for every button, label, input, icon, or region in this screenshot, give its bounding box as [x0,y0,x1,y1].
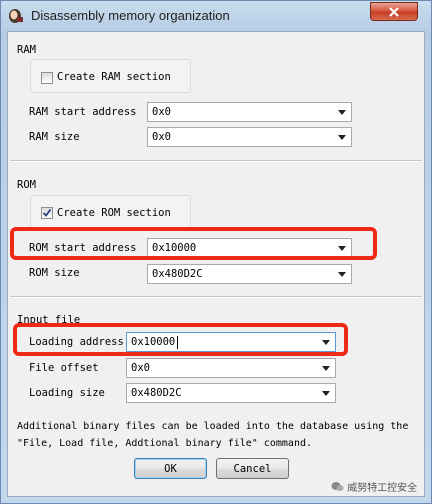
note-line-1: Additional binary files can be loaded in… [17,421,409,432]
close-button[interactable] [370,2,418,21]
checkmark-icon [42,208,52,217]
note-line-2: "File, Load file, Addtional binary file"… [17,438,313,449]
watermark: 威努特工控安全 [331,479,417,494]
rom-size-value: 0x480D2C [152,268,203,280]
create-rom-checkbox[interactable] [41,207,53,219]
ok-button[interactable]: OK [134,458,207,479]
window-title: Disassembly memory organization [31,8,230,23]
create-ram-checkbox[interactable] [41,72,53,84]
ram-size-select[interactable]: 0x0 [147,127,352,147]
rom-size-select[interactable]: 0x480D2C [147,264,352,284]
ram-start-value: 0x0 [152,106,171,118]
title-bar[interactable]: Disassembly memory organization [1,1,431,31]
create-ram-label: Create RAM section [57,71,171,83]
dialog-body: RAM Create RAM section RAM start address… [7,31,425,497]
rom-size-label: ROM size [29,267,80,279]
file-offset-value: 0x0 [131,362,150,374]
watermark-text: 威努特工控安全 [347,483,418,494]
create-rom-label: Create ROM section [57,207,171,219]
app-icon [9,9,23,23]
loading-size-label: Loading size [29,387,105,399]
ram-section-label: RAM [17,44,36,56]
chevron-down-icon [338,110,346,115]
close-icon [389,6,399,17]
chevron-down-icon [322,391,330,396]
cancel-button-label: Cancel [233,462,272,475]
file-offset-label: File offset [29,362,99,374]
loading-size-value: 0x480D2C [131,387,182,399]
ram-size-label: RAM size [29,131,80,143]
loading-address-highlight [13,323,348,356]
rom-start-highlight [10,227,377,260]
separator [10,160,422,162]
wechat-icon [331,482,344,491]
chevron-down-icon [338,272,346,277]
ram-start-label: RAM start address [29,106,137,118]
loading-size-select[interactable]: 0x480D2C [126,383,336,403]
ram-size-value: 0x0 [152,131,171,143]
chevron-down-icon [338,135,346,140]
file-offset-select[interactable]: 0x0 [126,358,336,378]
ok-button-label: OK [164,462,177,475]
cancel-button[interactable]: Cancel [216,458,289,479]
separator [10,296,422,298]
chevron-down-icon [322,366,330,371]
dialog-window: Disassembly memory organization RAM Crea… [0,0,432,504]
rom-section-label: ROM [17,179,36,191]
ram-start-select[interactable]: 0x0 [147,102,352,122]
